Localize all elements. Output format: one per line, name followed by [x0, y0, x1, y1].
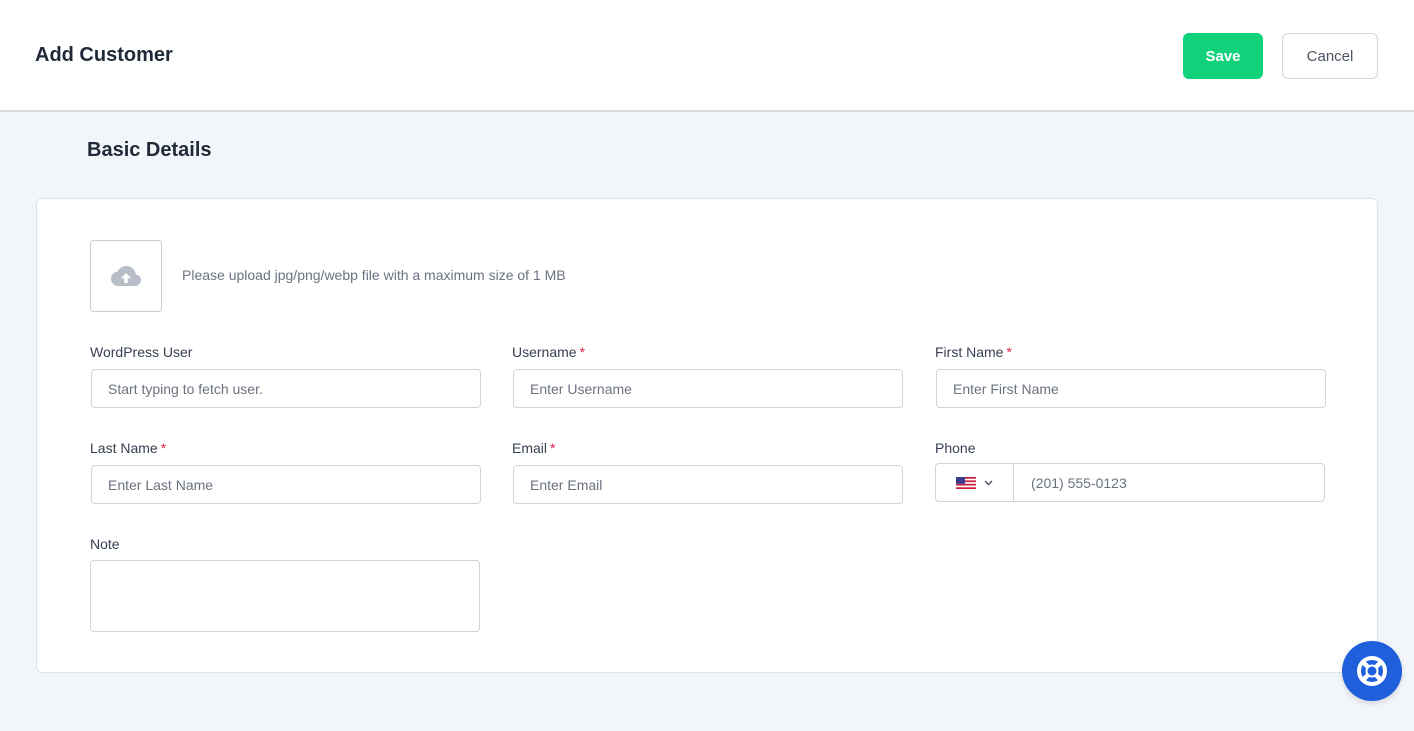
- cloud-upload-icon: [111, 266, 141, 286]
- last-name-label: Last Name *: [90, 440, 166, 456]
- first-name-label-text: First Name: [935, 344, 1004, 360]
- username-label: Username *: [512, 344, 585, 360]
- note-label: Note: [90, 536, 120, 552]
- upload-hint: Please upload jpg/png/webp file with a m…: [182, 267, 566, 283]
- required-marker: *: [1006, 344, 1012, 360]
- last-name-input[interactable]: [91, 465, 481, 504]
- chevron-down-icon: [984, 480, 993, 485]
- note-label-text: Note: [90, 536, 120, 552]
- save-button[interactable]: Save: [1183, 33, 1263, 79]
- phone-label-text: Phone: [935, 440, 976, 456]
- page-header: Add Customer Save Cancel: [0, 0, 1414, 112]
- wp-user-label: WordPress User: [90, 344, 192, 360]
- cancel-button[interactable]: Cancel: [1282, 33, 1378, 79]
- help-button[interactable]: [1342, 641, 1402, 701]
- last-name-label-text: Last Name: [90, 440, 158, 456]
- lifebuoy-icon: [1357, 656, 1387, 686]
- username-input[interactable]: [513, 369, 903, 408]
- wp-user-label-text: WordPress User: [90, 344, 193, 360]
- country-code-select[interactable]: [936, 464, 1014, 501]
- note-textarea[interactable]: [90, 560, 480, 632]
- required-marker: *: [160, 440, 167, 456]
- page-title: Add Customer: [35, 44, 173, 66]
- avatar-upload-button[interactable]: [90, 240, 162, 312]
- email-label: Email *: [512, 440, 555, 456]
- first-name-input[interactable]: [936, 369, 1326, 408]
- us-flag-icon: [956, 476, 976, 489]
- phone-field: [935, 463, 1325, 502]
- section-title: Basic Details: [87, 139, 212, 161]
- phone-label: Phone: [935, 440, 975, 456]
- email-label-text: Email: [512, 440, 548, 456]
- email-input[interactable]: [513, 465, 903, 504]
- wp-user-input[interactable]: [91, 369, 481, 408]
- basic-details-card: Please upload jpg/png/webp file with a m…: [36, 198, 1378, 673]
- required-marker: *: [579, 344, 586, 360]
- username-label-text: Username: [512, 344, 577, 360]
- phone-input[interactable]: [1014, 464, 1324, 501]
- first-name-label: First Name *: [935, 344, 1012, 360]
- required-marker: *: [550, 440, 556, 456]
